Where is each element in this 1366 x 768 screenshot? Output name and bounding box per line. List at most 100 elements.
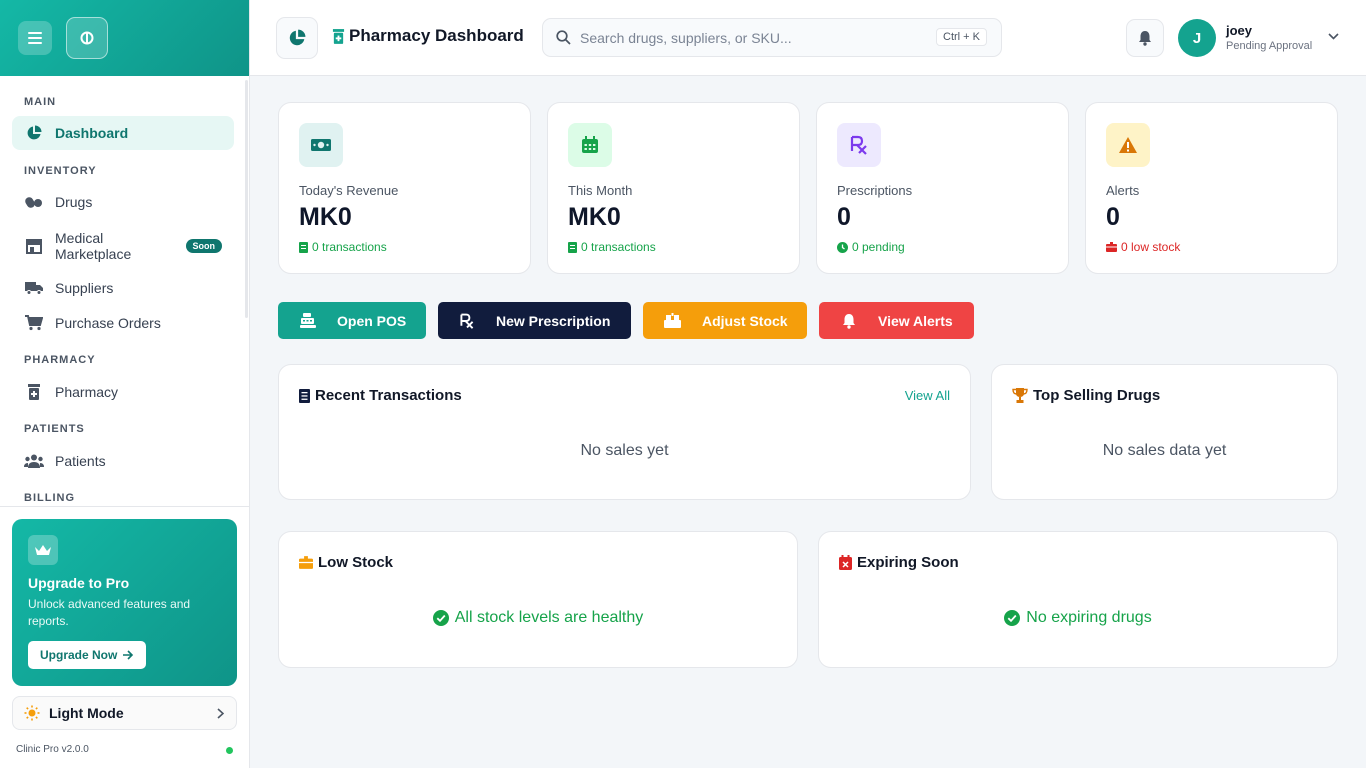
panel-title: Top Selling Drugs: [1012, 387, 1160, 404]
sidebar-item-label: Purchase Orders: [55, 315, 161, 331]
stat-value: 0: [1106, 203, 1120, 231]
sidebar-item-suppliers[interactable]: Suppliers: [12, 271, 234, 305]
search-icon: [556, 30, 571, 45]
store-icon: [24, 236, 44, 256]
clock-icon: [837, 241, 848, 253]
rx-icon: [438, 313, 496, 329]
theme-toggle-button[interactable]: Light Mode: [12, 696, 237, 730]
stat-subtext: 0 transactions: [568, 240, 656, 254]
sidebar-item-label: Patients: [55, 453, 106, 469]
users-icon: [24, 451, 44, 471]
notifications-button[interactable]: [1126, 19, 1164, 57]
capsule-logo-icon: [80, 31, 94, 45]
sidebar-item-purchase-orders[interactable]: Purchase Orders: [12, 306, 234, 340]
online-status-indicator: [226, 747, 233, 754]
panel-title: Recent Transactions: [299, 387, 462, 404]
stat-subtext: 0 pending: [837, 240, 905, 254]
new-prescription-button[interactable]: New Prescription: [438, 302, 631, 339]
money-icon: [299, 123, 343, 167]
promo-title: Upgrade to Pro: [28, 575, 130, 591]
user-name[interactable]: joey: [1226, 23, 1252, 38]
stat-subtext-label: 0 low stock: [1121, 240, 1181, 254]
view-all-link[interactable]: View All: [905, 388, 950, 403]
sidebar-item-label: Dashboard: [55, 125, 129, 141]
stat-value: 0: [837, 203, 851, 231]
stat-subtext-label: 0 transactions: [312, 240, 387, 254]
check-circle-icon: [432, 610, 449, 626]
adjust-stock-label: Adjust Stock: [702, 312, 788, 329]
chevron-down-icon[interactable]: [1328, 33, 1339, 40]
empty-state-text: No expiring drugs: [1026, 609, 1152, 626]
upgrade-now-label: Upgrade Now: [40, 648, 118, 662]
empty-state-text: No sales data yet: [1102, 442, 1227, 459]
stat-subtext: 0 transactions: [299, 240, 387, 254]
empty-state-text: All stock levels are healthy: [454, 609, 644, 626]
arrow-right-icon: [123, 650, 134, 660]
search-input[interactable]: [580, 29, 920, 46]
panel-title-text: Low Stock: [318, 554, 394, 571]
rx-icon: [837, 123, 881, 167]
receipt-icon: [299, 388, 310, 403]
cash-register-icon: [278, 313, 337, 328]
open-pos-label: Open POS: [337, 312, 407, 329]
sidebar-item-pharmacy[interactable]: Pharmacy: [12, 375, 234, 409]
panel-title: Expiring Soon: [839, 554, 959, 571]
stat-card-today-revenue[interactable]: Today's Revenue MK0 0 transactions: [278, 102, 531, 274]
section-patients: PATIENTS: [24, 423, 85, 435]
adjust-stock-button[interactable]: Adjust Stock: [643, 302, 807, 339]
box-icon: [1106, 242, 1117, 252]
empty-state: No expiring drugs: [819, 609, 1337, 627]
box-icon: [299, 556, 313, 569]
sidebar-header: [0, 0, 249, 76]
sidebar-item-patients[interactable]: Patients: [12, 444, 234, 478]
dashboard-icon-button[interactable]: [276, 17, 318, 59]
sidebar-nav: MAIN Dashboard INVENTORY Drugs Medical M…: [0, 76, 249, 506]
receipt-icon: [299, 241, 308, 253]
user-avatar[interactable]: J: [1178, 19, 1216, 57]
menu-toggle-button[interactable]: [18, 21, 52, 55]
pie-chart-icon: [289, 29, 306, 46]
sidebar-item-marketplace[interactable]: Medical Marketplace Soon: [12, 226, 234, 266]
trophy-icon: [1012, 388, 1028, 403]
panel-title-text: Top Selling Drugs: [1033, 387, 1161, 404]
sidebar-item-dashboard[interactable]: Dashboard: [12, 116, 234, 150]
version-text: Clinic Pro v2.0.0: [16, 744, 89, 755]
pie-chart-icon: [24, 123, 44, 143]
sidebar-item-label: Pharmacy: [55, 384, 119, 400]
stat-card-prescriptions[interactable]: Prescriptions 0 0 pending: [816, 102, 1069, 274]
sidebar-item-drugs[interactable]: Drugs: [12, 185, 234, 219]
prescription-bottle-icon: [24, 382, 44, 402]
upgrade-promo-card: Upgrade to Pro Unlock advanced features …: [12, 519, 237, 686]
stat-label: Today's Revenue: [299, 183, 399, 198]
crown-icon: [28, 535, 58, 565]
stat-card-this-month[interactable]: This Month MK0 0 transactions: [547, 102, 800, 274]
stat-card-alerts[interactable]: Alerts 0 0 low stock: [1085, 102, 1338, 274]
upgrade-now-button[interactable]: Upgrade Now: [28, 641, 147, 669]
section-main: MAIN: [24, 96, 57, 108]
section-pharmacy: PHARMACY: [24, 354, 96, 366]
section-inventory: INVENTORY: [24, 165, 97, 177]
sidebar-item-label: Medical Marketplace: [55, 230, 131, 262]
top-selling-panel: Top Selling Drugs No sales data yet: [991, 364, 1338, 500]
cart-icon: [24, 313, 44, 333]
sidebar-divider: [0, 506, 249, 507]
stat-value: MK0: [568, 203, 621, 231]
stat-subtext: 0 low stock: [1106, 240, 1180, 254]
boxes-icon: [643, 313, 702, 328]
open-pos-button[interactable]: Open POS: [278, 302, 426, 339]
page-title-text: Pharmacy Dashboard: [349, 26, 524, 45]
recent-transactions-panel: Recent Transactions View All No sales ye…: [278, 364, 971, 500]
page-title: Pharmacy Dashboard: [332, 26, 524, 46]
receipt-icon: [568, 241, 577, 253]
panel-title: Low Stock: [299, 554, 393, 571]
truck-icon: [24, 278, 44, 298]
marketplace-line2: Marketplace: [55, 246, 132, 262]
calendar-x-icon: [839, 555, 852, 570]
view-alerts-button[interactable]: View Alerts: [819, 302, 974, 339]
sidebar-item-label: Suppliers: [55, 280, 114, 296]
app-logo-button[interactable]: [66, 17, 108, 59]
calendar-icon: [568, 123, 612, 167]
sidebar-scrollbar[interactable]: [245, 80, 248, 318]
stat-subtext-label: 0 pending: [852, 240, 905, 254]
empty-state-text: No sales yet: [580, 442, 669, 459]
